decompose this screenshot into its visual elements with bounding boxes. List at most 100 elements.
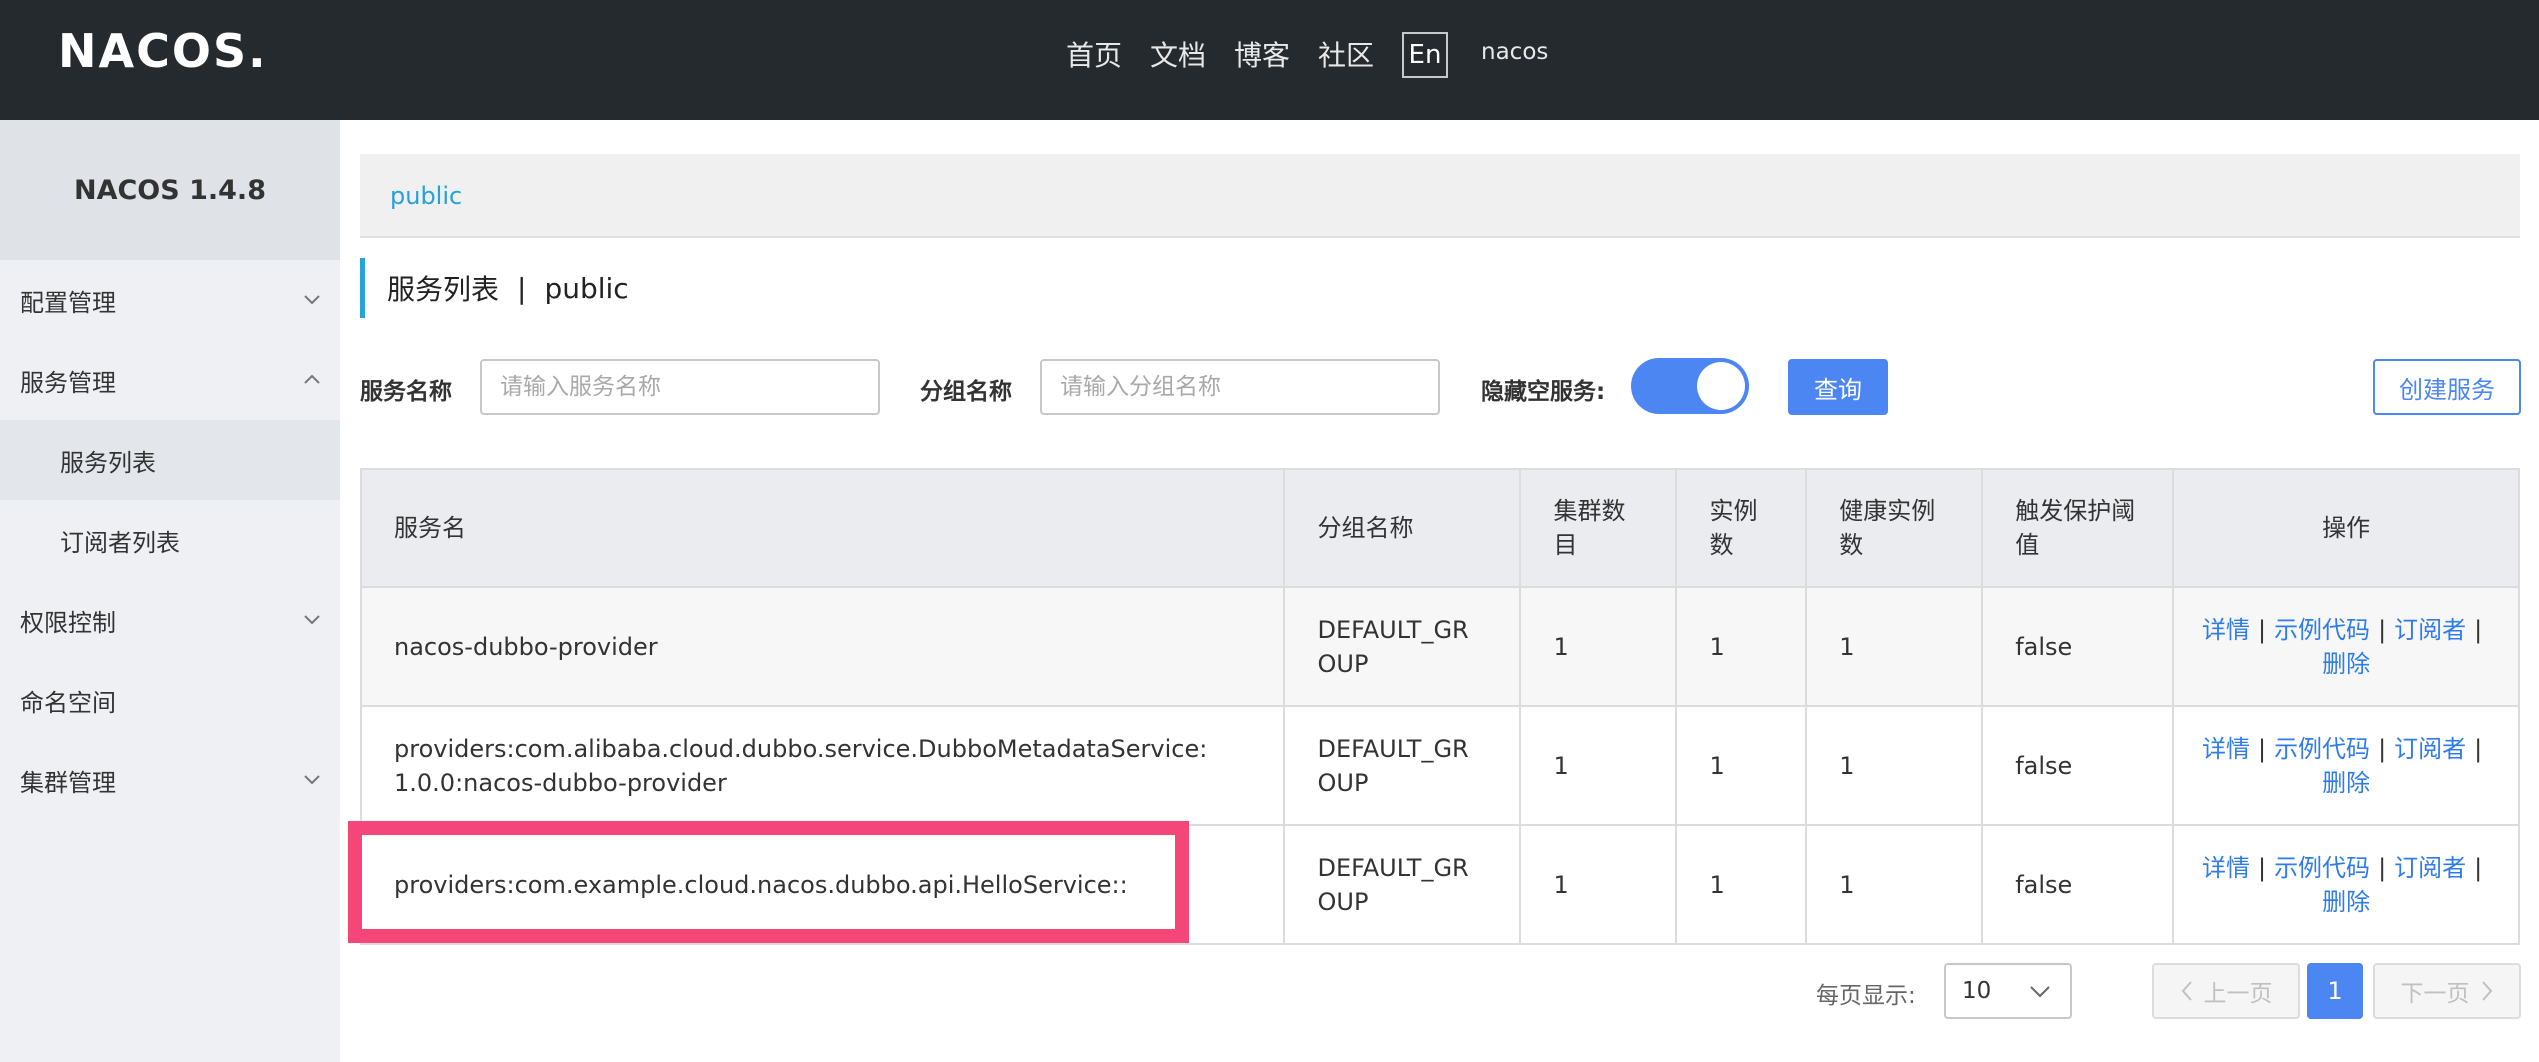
chevron-down-icon <box>304 615 320 625</box>
sidebar-item-label: 配置管理 <box>20 288 116 317</box>
user-menu[interactable]: nacos <box>1481 39 1548 65</box>
sidebar-item-label: 服务管理 <box>20 368 116 397</box>
page-title-separator: | <box>517 271 527 305</box>
top-navbar: NACOS. 首页 文档 博客 社区 En nacos <box>0 0 2539 120</box>
nav-blog[interactable]: 博客 <box>1234 34 1290 74</box>
cell-instances: 1 <box>1675 705 1808 826</box>
subscriber-link[interactable]: 订阅者 <box>2394 854 2466 882</box>
service-name-label: 服务名称 <box>360 379 452 405</box>
next-page-label: 下一页 <box>2400 981 2470 1007</box>
nav-community[interactable]: 社区 <box>1318 34 1374 74</box>
op-separator: | <box>2257 734 2267 763</box>
cell-group: DEFAULT_GROUP <box>1283 586 1522 707</box>
sidebar-item-namespace[interactable]: 命名空间 <box>0 660 340 740</box>
namespace-bar: public <box>360 154 2520 238</box>
service-table: 服务名 分组名称 集群数目 实例数 健康实例数 触发保护阈值 操作 nacos-… <box>359 468 2520 945</box>
detail-link[interactable]: 详情 <box>2202 854 2250 882</box>
sidebar-title: NACOS 1.4.8 <box>0 120 340 260</box>
toggle-knob <box>1697 362 1745 410</box>
cell-operations: 详情 | 示例代码 | 订阅者 | 删除 <box>2172 586 2520 707</box>
sample-code-link[interactable]: 示例代码 <box>2274 616 2370 644</box>
hide-empty-services-label: 隐藏空服务: <box>1481 379 1606 405</box>
op-separator: | <box>2378 734 2387 763</box>
page-number-current[interactable]: 1 <box>2307 963 2363 1019</box>
prev-page-label: 上一页 <box>2203 981 2273 1007</box>
table-row: providers:com.alibaba.cloud.dubbo.servic… <box>359 705 2520 826</box>
subscriber-link[interactable]: 订阅者 <box>2394 616 2466 644</box>
sample-code-link[interactable]: 示例代码 <box>2274 854 2370 882</box>
delete-link[interactable]: 删除 <box>2322 769 2370 797</box>
chevron-down-icon <box>2030 986 2050 998</box>
chevron-left-icon <box>2181 981 2192 1001</box>
sidebar-item-service-list[interactable]: 服务列表 <box>0 420 340 500</box>
cell-instances: 1 <box>1675 824 1808 945</box>
cell-clusters: 1 <box>1519 824 1678 945</box>
op-separator: | <box>2474 734 2483 763</box>
cell-clusters: 1 <box>1519 586 1678 707</box>
cell-healthy: 1 <box>1805 586 1984 707</box>
chevron-right-icon <box>2481 981 2492 1001</box>
table-row: providers:com.example.cloud.nacos.dubbo.… <box>359 824 2520 945</box>
detail-link[interactable]: 详情 <box>2202 735 2250 763</box>
hide-empty-services-toggle[interactable] <box>1631 358 1749 414</box>
cell-threshold: false <box>1981 705 2175 826</box>
cell-service-name: nacos-dubbo-provider <box>359 586 1286 707</box>
sidebar-item-label: 订阅者列表 <box>60 528 180 557</box>
op-separator: | <box>2474 615 2483 644</box>
column-header-operations: 操作 <box>2172 468 2520 588</box>
sidebar-item-label: 命名空间 <box>20 688 116 717</box>
sidebar-item-config-management[interactable]: 配置管理 <box>0 260 340 340</box>
sample-code-link[interactable]: 示例代码 <box>2274 735 2370 763</box>
sidebar-item-label: 服务列表 <box>60 448 156 477</box>
service-name-input[interactable] <box>480 359 880 415</box>
prev-page-button[interactable]: 上一页 <box>2152 963 2300 1019</box>
column-header-clusters: 集群数目 <box>1519 468 1678 588</box>
detail-link[interactable]: 详情 <box>2202 616 2250 644</box>
query-button[interactable]: 查询 <box>1788 359 1888 415</box>
sidebar: NACOS 1.4.8 配置管理 服务管理 服务列表 订阅者列表 权限控制 命名… <box>0 120 340 1062</box>
page-title-namespace: public <box>544 271 629 305</box>
op-separator: | <box>2257 853 2267 882</box>
logo-text: NACOS. <box>58 24 268 78</box>
per-page-select[interactable]: 10 <box>1944 963 2072 1019</box>
sidebar-item-service-management[interactable]: 服务管理 <box>0 340 340 420</box>
language-switch-button[interactable]: En <box>1402 32 1448 78</box>
sidebar-item-subscriber-list[interactable]: 订阅者列表 <box>0 500 340 580</box>
cell-service-name: providers:com.example.cloud.nacos.dubbo.… <box>359 824 1286 945</box>
column-header-service-name: 服务名 <box>359 468 1286 588</box>
column-header-group: 分组名称 <box>1283 468 1522 588</box>
cell-instances: 1 <box>1675 586 1808 707</box>
cell-operations: 详情 | 示例代码 | 订阅者 | 删除 <box>2172 705 2520 826</box>
per-page-value: 10 <box>1962 978 1992 1004</box>
cell-clusters: 1 <box>1519 705 1678 826</box>
create-service-button[interactable]: 创建服务 <box>2373 359 2521 415</box>
sidebar-item-access-control[interactable]: 权限控制 <box>0 580 340 660</box>
cell-threshold: false <box>1981 824 2175 945</box>
cell-group: DEFAULT_GROUP <box>1283 824 1522 945</box>
nav-docs[interactable]: 文档 <box>1150 34 1206 74</box>
nav-home[interactable]: 首页 <box>1066 34 1122 74</box>
nacos-logo[interactable]: NACOS. <box>58 24 268 78</box>
sidebar-item-label: 集群管理 <box>20 768 116 797</box>
cell-group: DEFAULT_GROUP <box>1283 705 1522 826</box>
page-title-text: 服务列表 <box>387 273 500 306</box>
column-header-protect-threshold: 触发保护阈值 <box>1981 468 2175 588</box>
group-name-label: 分组名称 <box>920 379 1012 405</box>
op-separator: | <box>2378 615 2387 644</box>
sidebar-item-label: 权限控制 <box>20 608 116 637</box>
chevron-down-icon <box>304 775 320 785</box>
delete-link[interactable]: 删除 <box>2322 650 2370 678</box>
op-separator: | <box>2474 853 2483 882</box>
op-separator: | <box>2378 853 2387 882</box>
per-page-label: 每页显示: <box>1816 983 1916 1009</box>
delete-link[interactable]: 删除 <box>2322 888 2370 916</box>
table-row: nacos-dubbo-provider DEFAULT_GROUP 1 1 1… <box>359 586 2520 707</box>
group-name-input[interactable] <box>1040 359 1440 415</box>
namespace-link-public[interactable]: public <box>390 182 462 210</box>
cell-service-name: providers:com.alibaba.cloud.dubbo.servic… <box>359 705 1286 826</box>
cell-healthy: 1 <box>1805 705 1984 826</box>
subscriber-link[interactable]: 订阅者 <box>2394 735 2466 763</box>
next-page-button[interactable]: 下一页 <box>2373 963 2521 1019</box>
sidebar-item-cluster-management[interactable]: 集群管理 <box>0 740 340 820</box>
op-separator: | <box>2257 615 2267 644</box>
